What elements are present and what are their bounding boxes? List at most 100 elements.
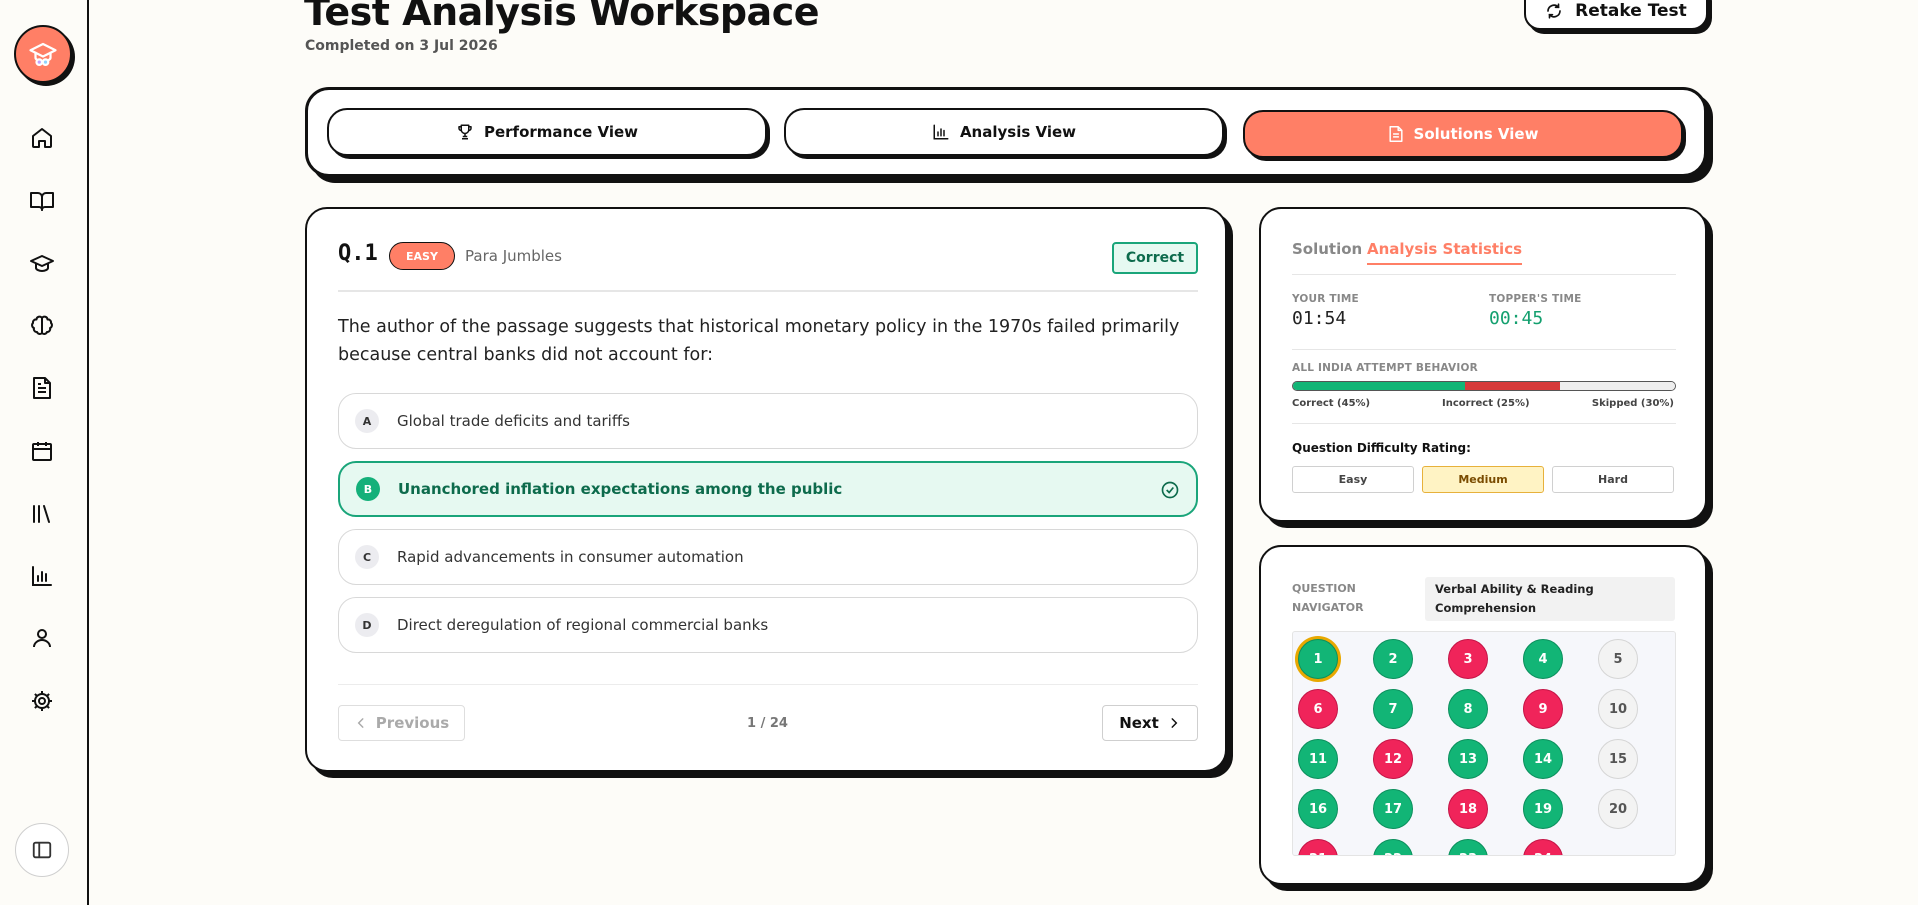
navigator-question-2[interactable]: 2: [1373, 639, 1413, 679]
difficulty-hard-button[interactable]: Hard: [1552, 466, 1674, 493]
navigator-grid: 123456789101112131415161718192021222324: [1292, 631, 1676, 856]
navigator-question-14[interactable]: 14: [1523, 739, 1563, 779]
difficulty-easy-button[interactable]: Easy: [1292, 466, 1414, 493]
topper-time-value: 00:45: [1489, 308, 1544, 329]
tab-analysis-statistics[interactable]: Analysis Statistics: [1367, 240, 1523, 265]
attempt-correct-label: Correct (45%): [1292, 398, 1371, 409]
analysis-stats-card: Solution Analysis Statistics YOUR TIME 0…: [1259, 207, 1707, 522]
tab-performance-view[interactable]: Performance View: [327, 108, 767, 156]
navigator-question-20[interactable]: 20: [1598, 789, 1638, 829]
retake-test-button[interactable]: Retake Test: [1524, 0, 1708, 30]
your-time-label: YOUR TIME: [1292, 293, 1359, 305]
option-c[interactable]: C Rapid advancements in consumer automat…: [338, 529, 1198, 585]
nav-home[interactable]: [26, 122, 58, 154]
graduation-cap-icon: [30, 255, 54, 272]
tab-analysis-label: Analysis View: [959, 123, 1077, 141]
divider: [338, 290, 1198, 292]
attempt-bar-skipped: [1560, 382, 1675, 390]
option-a[interactable]: A Global trade deficits and tariffs: [338, 393, 1198, 449]
document-icon: [1389, 125, 1403, 142]
option-b[interactable]: B Unanchored inflation expectations amon…: [338, 461, 1198, 517]
library-icon: [33, 505, 50, 523]
attempt-bar-correct: [1293, 382, 1465, 390]
nav-courses[interactable]: [26, 185, 58, 217]
option-text: Unanchored inflation expectations among …: [398, 480, 843, 498]
refresh-icon: [1547, 3, 1561, 19]
navigator-question-3[interactable]: 3: [1448, 639, 1488, 679]
question-topic: Para Jumbles: [465, 247, 562, 265]
option-d[interactable]: D Direct deregulation of regional commer…: [338, 597, 1198, 653]
question-text: The author of the passage suggests that …: [338, 317, 1180, 365]
navigator-question-6[interactable]: 6: [1298, 689, 1338, 729]
navigator-question-24[interactable]: 24: [1523, 839, 1563, 855]
difficulty-badge: EASY: [389, 242, 455, 270]
navigator-question-10[interactable]: 10: [1598, 689, 1638, 729]
navigator-question-11[interactable]: 11: [1298, 739, 1338, 779]
next-button[interactable]: Next: [1102, 705, 1198, 741]
attempt-skipped-label: Skipped (30%): [1591, 398, 1674, 409]
navigator-question-15[interactable]: 15: [1598, 739, 1638, 779]
tab-analysis-view[interactable]: Analysis View: [784, 108, 1224, 156]
navigator-question-16[interactable]: 16: [1298, 789, 1338, 829]
check-circle-icon: [1161, 481, 1179, 499]
sidebar-collapse-button[interactable]: [15, 823, 69, 877]
nav-tests[interactable]: [26, 372, 58, 404]
tab-performance-label: Performance View: [483, 123, 639, 141]
page-subtitle: Completed on 3 Jul 2026: [305, 38, 498, 54]
nav-learning[interactable]: [26, 248, 58, 280]
navigator-question-17[interactable]: 17: [1373, 789, 1413, 829]
option-text: Rapid advancements in consumer automatio…: [397, 548, 744, 566]
navigator-question-9[interactable]: 9: [1523, 689, 1563, 729]
tab-solutions-label: Solutions View: [1413, 125, 1539, 143]
bar-chart-icon: [933, 124, 949, 140]
difficulty-rating-title: Question Difficulty Rating:: [1292, 441, 1471, 455]
book-open-icon: [30, 192, 54, 211]
navigator-question-5[interactable]: 5: [1598, 639, 1638, 679]
question-card: Q.1 EASY Para Jumbles Correct The author…: [305, 207, 1227, 772]
previous-label: Previous: [375, 714, 450, 732]
navigator-question-7[interactable]: 7: [1373, 689, 1413, 729]
page-title: Test Analysis Workspace: [304, 0, 820, 34]
nav-library[interactable]: [26, 498, 58, 530]
your-time-value: 01:54: [1292, 308, 1347, 329]
navigator-question-1[interactable]: 1: [1298, 639, 1338, 679]
graduation-cap-logo-icon: [29, 42, 57, 66]
topper-time-label: TOPPER'S TIME: [1489, 293, 1582, 305]
next-label: Next: [1119, 714, 1159, 732]
retake-test-label: Retake Test: [1575, 1, 1687, 21]
nav-practice[interactable]: [26, 310, 58, 342]
option-letter: A: [355, 409, 379, 433]
brain-icon: [31, 315, 53, 335]
navigator-title: QUESTION NAVIGATOR: [1292, 582, 1364, 614]
nav-profile[interactable]: [26, 622, 58, 654]
navigator-question-18[interactable]: 18: [1448, 789, 1488, 829]
divider: [1292, 423, 1676, 424]
navigator-question-8[interactable]: 8: [1448, 689, 1488, 729]
nav-calendar[interactable]: [26, 435, 58, 467]
tab-solution[interactable]: Solution: [1292, 240, 1362, 258]
calendar-icon: [32, 442, 52, 461]
navigator-question-4[interactable]: 4: [1523, 639, 1563, 679]
navigator-question-19[interactable]: 19: [1523, 789, 1563, 829]
navigator-question-22[interactable]: 22: [1373, 839, 1413, 855]
chevron-right-icon: [1171, 718, 1178, 728]
app-logo[interactable]: [14, 25, 72, 83]
settings-icon: [32, 691, 52, 711]
attempt-behavior-label: ALL INDIA ATTEMPT BEHAVIOR: [1292, 362, 1478, 374]
question-navigator-card: QUESTION NAVIGATOR Verbal Ability & Read…: [1259, 545, 1707, 885]
difficulty-medium-button[interactable]: Medium: [1422, 466, 1544, 493]
previous-button[interactable]: Previous: [338, 705, 465, 741]
nav-settings[interactable]: [26, 685, 58, 717]
navigator-question-12[interactable]: 12: [1373, 739, 1413, 779]
attempt-incorrect-label: Incorrect (25%): [1442, 398, 1530, 409]
section-selector[interactable]: Verbal Ability & Reading Comprehension: [1425, 577, 1675, 621]
option-text: Direct deregulation of regional commerci…: [397, 616, 769, 634]
nav-analytics[interactable]: [26, 560, 58, 592]
home-icon: [32, 128, 52, 148]
navigator-question-13[interactable]: 13: [1448, 739, 1488, 779]
attempt-bar-incorrect: [1464, 382, 1561, 390]
navigator-question-21[interactable]: 21: [1298, 839, 1338, 855]
tab-solutions-view[interactable]: Solutions View: [1243, 110, 1683, 158]
navigator-question-23[interactable]: 23: [1448, 839, 1488, 855]
status-badge: Correct: [1112, 242, 1198, 274]
